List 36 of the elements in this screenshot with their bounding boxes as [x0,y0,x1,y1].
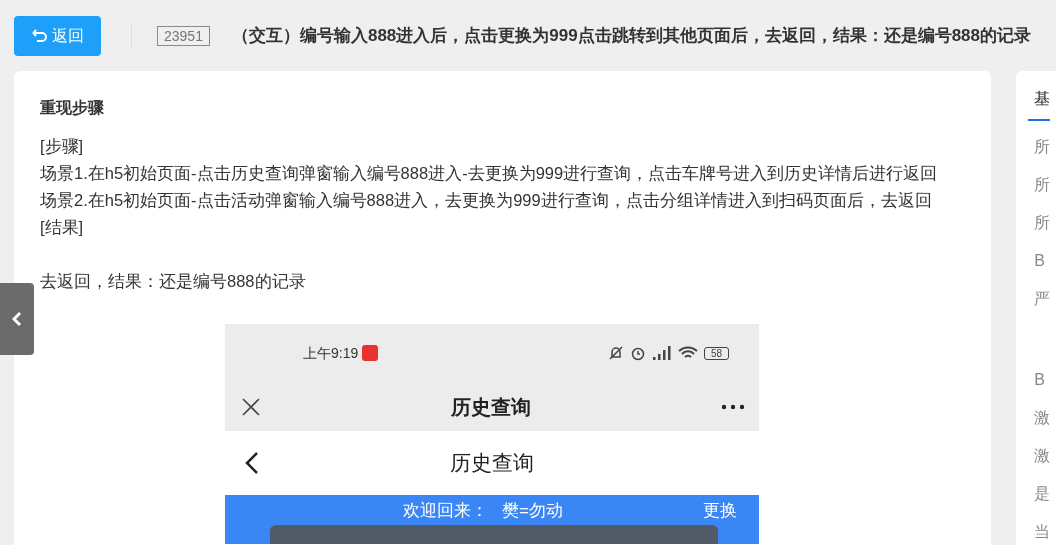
issue-id: 23951 [157,25,210,46]
page-title: 历史查询 [450,450,534,477]
field-label: 是 [1033,484,1052,504]
field-label: 当 [1033,522,1052,542]
step-text: 场景1.在h5初始页面-点击历史查询弹窗输入编号888进入-去更换为999进行查询，点击车牌号进入到历史详情后进行返回 [40,163,939,184]
chevron-left-icon [12,311,22,327]
muted-bell-icon [607,345,624,361]
section-title: 重现步骤 [40,98,105,118]
field-label: 所 [1033,213,1052,233]
field-label: 严 [1033,289,1052,309]
panel-tab[interactable]: 基 [1028,87,1051,121]
collapse-handle[interactable] [0,283,34,355]
result-text: 去返回，结果：还是编号888的记录 [40,271,307,292]
step-text: 场景2.在h5初始页面-点击活动弹窗输入编号888进入，去更换为999进行查询，点击分组详情进入到扫码页面后，去返回 [40,190,933,211]
change-link[interactable]: 更换 [703,499,737,544]
field-label: B [1033,251,1046,271]
field-label: 所 [1033,175,1052,195]
field-label: 激 [1033,408,1052,428]
app-icon [362,345,379,361]
signal-icon [651,345,672,361]
more-icon[interactable] [721,403,745,410]
step-text: [结果] [40,217,85,238]
alarm-icon [629,345,646,361]
user-name: 樊=勿动 [502,500,563,522]
step-text: [步骤] [40,136,85,157]
back-button[interactable]: 返回 [14,15,101,56]
field-label: 激 [1033,446,1052,466]
welcome-label: 欢迎回来： [403,500,488,522]
undo-icon [31,27,48,44]
issue-title: （交互）编号输入888进入后，点击更换为999点击跳转到其他页面后，去返回，结果：还是编号888的记录 [231,24,1032,47]
status-time: 上午9:19 [303,343,359,363]
field-label: B [1033,370,1046,390]
close-icon[interactable] [241,396,261,417]
battery-icon: 58 [703,346,729,360]
window-title: 历史查询 [451,394,531,420]
field-label: 所 [1033,137,1052,157]
